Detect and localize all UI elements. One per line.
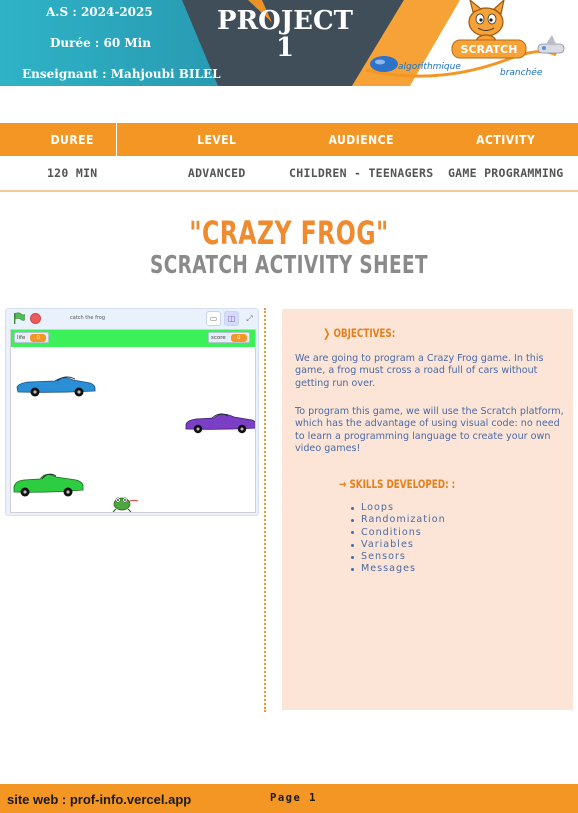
objectives-paragraph-2: To program this game, we will use the Sc… <box>295 406 564 455</box>
skill-label: Conditions <box>361 526 422 538</box>
project-title: PROJECT 1 <box>195 8 375 62</box>
green-flag-icon[interactable] <box>13 312 25 325</box>
objectives-paragraph-1: We are going to program a Crazy Frog gam… <box>295 353 544 389</box>
page-subtitle: SCRATCH ACTIVITY SHEET <box>150 250 428 279</box>
fullscreen-icon[interactable]: ⤢ <box>242 311 257 326</box>
list-item: Sensors <box>351 551 446 563</box>
skills-heading-text: SKILLS DEVELOPED: : <box>349 477 456 491</box>
green-car-sprite[interactable] <box>13 473 84 497</box>
bullet-icon <box>351 506 354 510</box>
footer-bar: site web : prof-info.vercel.app Page 1 <box>0 784 578 813</box>
info-header-level: LEVEL <box>197 132 237 147</box>
page-title: "CRAZY FROG" <box>189 214 389 252</box>
stop-icon[interactable] <box>30 313 41 324</box>
skill-label: Variables <box>361 538 414 550</box>
logo-word-branchee: branchée <box>500 68 543 78</box>
teacher-label: Enseignant : Mahjoubi BILEL <box>22 67 221 81</box>
list-item: Conditions <box>351 527 446 539</box>
list-item: Loops <box>351 502 446 514</box>
header-banner: A.S : 2024-2025 Durée : 60 Min Enseignan… <box>0 0 578 86</box>
blue-car-sprite[interactable] <box>16 376 96 397</box>
objectives-panel: ❯ OBJECTIVES: We are going to program a … <box>282 309 573 710</box>
skills-heading: → SKILLS DEVELOPED: : <box>339 477 455 491</box>
skill-label: Loops <box>361 502 395 513</box>
small-stage-button[interactable]: ▭ <box>206 311 221 326</box>
skills-list: Loops Randomization Conditions Variables… <box>351 502 446 576</box>
logo-word-algorithmique: algorithmique <box>398 62 461 72</box>
info-value-activity: GAME PROGRAMMING <box>447 166 564 180</box>
list-item: Randomization <box>351 514 446 526</box>
scratch-stage-panel: catch the frog ▭ ◫ ⤢ life 0 score 0 <box>5 308 259 516</box>
objectives-heading-text: OBJECTIVES: <box>333 326 396 340</box>
duration-label: Durée : 60 Min <box>50 36 151 50</box>
chevron-right-icon: ❯ <box>323 326 334 340</box>
stage-project-name: catch the frog <box>70 315 106 321</box>
project-title-line2: 1 <box>275 33 295 63</box>
stage-canvas[interactable]: life 0 score 0 <box>10 329 256 513</box>
stage-toolbar: catch the frog ▭ ◫ ⤢ <box>6 309 258 329</box>
info-divider <box>116 123 117 160</box>
purple-car-sprite[interactable] <box>185 413 256 434</box>
info-value-duree: 120 MIN <box>46 166 98 180</box>
info-header-audience: AUDIENCE <box>328 132 394 147</box>
list-item: Variables <box>351 539 446 551</box>
skill-label: Sensors <box>361 551 406 563</box>
column-divider <box>264 308 266 712</box>
info-table-header: DUREE LEVEL AUDIENCE ACTIVITY <box>0 123 578 156</box>
frog-sprite[interactable] <box>112 497 139 512</box>
skill-label: Messages <box>361 563 417 575</box>
bullet-icon <box>351 555 354 559</box>
project-title-line1: PROJECT <box>217 6 353 36</box>
page-number: Page 1 <box>270 792 317 804</box>
bullet-icon <box>351 568 354 572</box>
logo-brand: SCRATCH <box>461 43 518 56</box>
info-table-values: 120 MIN ADVANCED CHILDREN - TEENAGERS GA… <box>0 156 578 192</box>
arrow-right-icon: → <box>339 477 350 491</box>
info-value-level: ADVANCED <box>187 166 246 180</box>
objectives-heading: ❯ OBJECTIVES: <box>323 326 395 340</box>
info-header-activity: ACTIVITY <box>476 132 536 147</box>
scratch-cat-icon: SCRATCH <box>365 0 565 78</box>
normal-stage-button[interactable]: ◫ <box>224 311 239 326</box>
info-value-audience: CHILDREN - TEENAGERS <box>289 166 434 180</box>
site-link[interactable]: site web : prof-info.vercel.app <box>7 792 191 807</box>
school-year: A.S : 2024-2025 <box>46 5 153 19</box>
list-item: Messages <box>351 563 446 575</box>
skill-label: Randomization <box>361 514 446 526</box>
bullet-icon <box>351 531 354 535</box>
info-header-duree: DUREE <box>50 132 94 147</box>
bullet-icon <box>351 518 354 522</box>
stage-sprites <box>13 376 256 512</box>
bullet-icon <box>351 543 354 547</box>
scratch-logo: SCRATCH algorithmique branchée <box>356 0 578 86</box>
